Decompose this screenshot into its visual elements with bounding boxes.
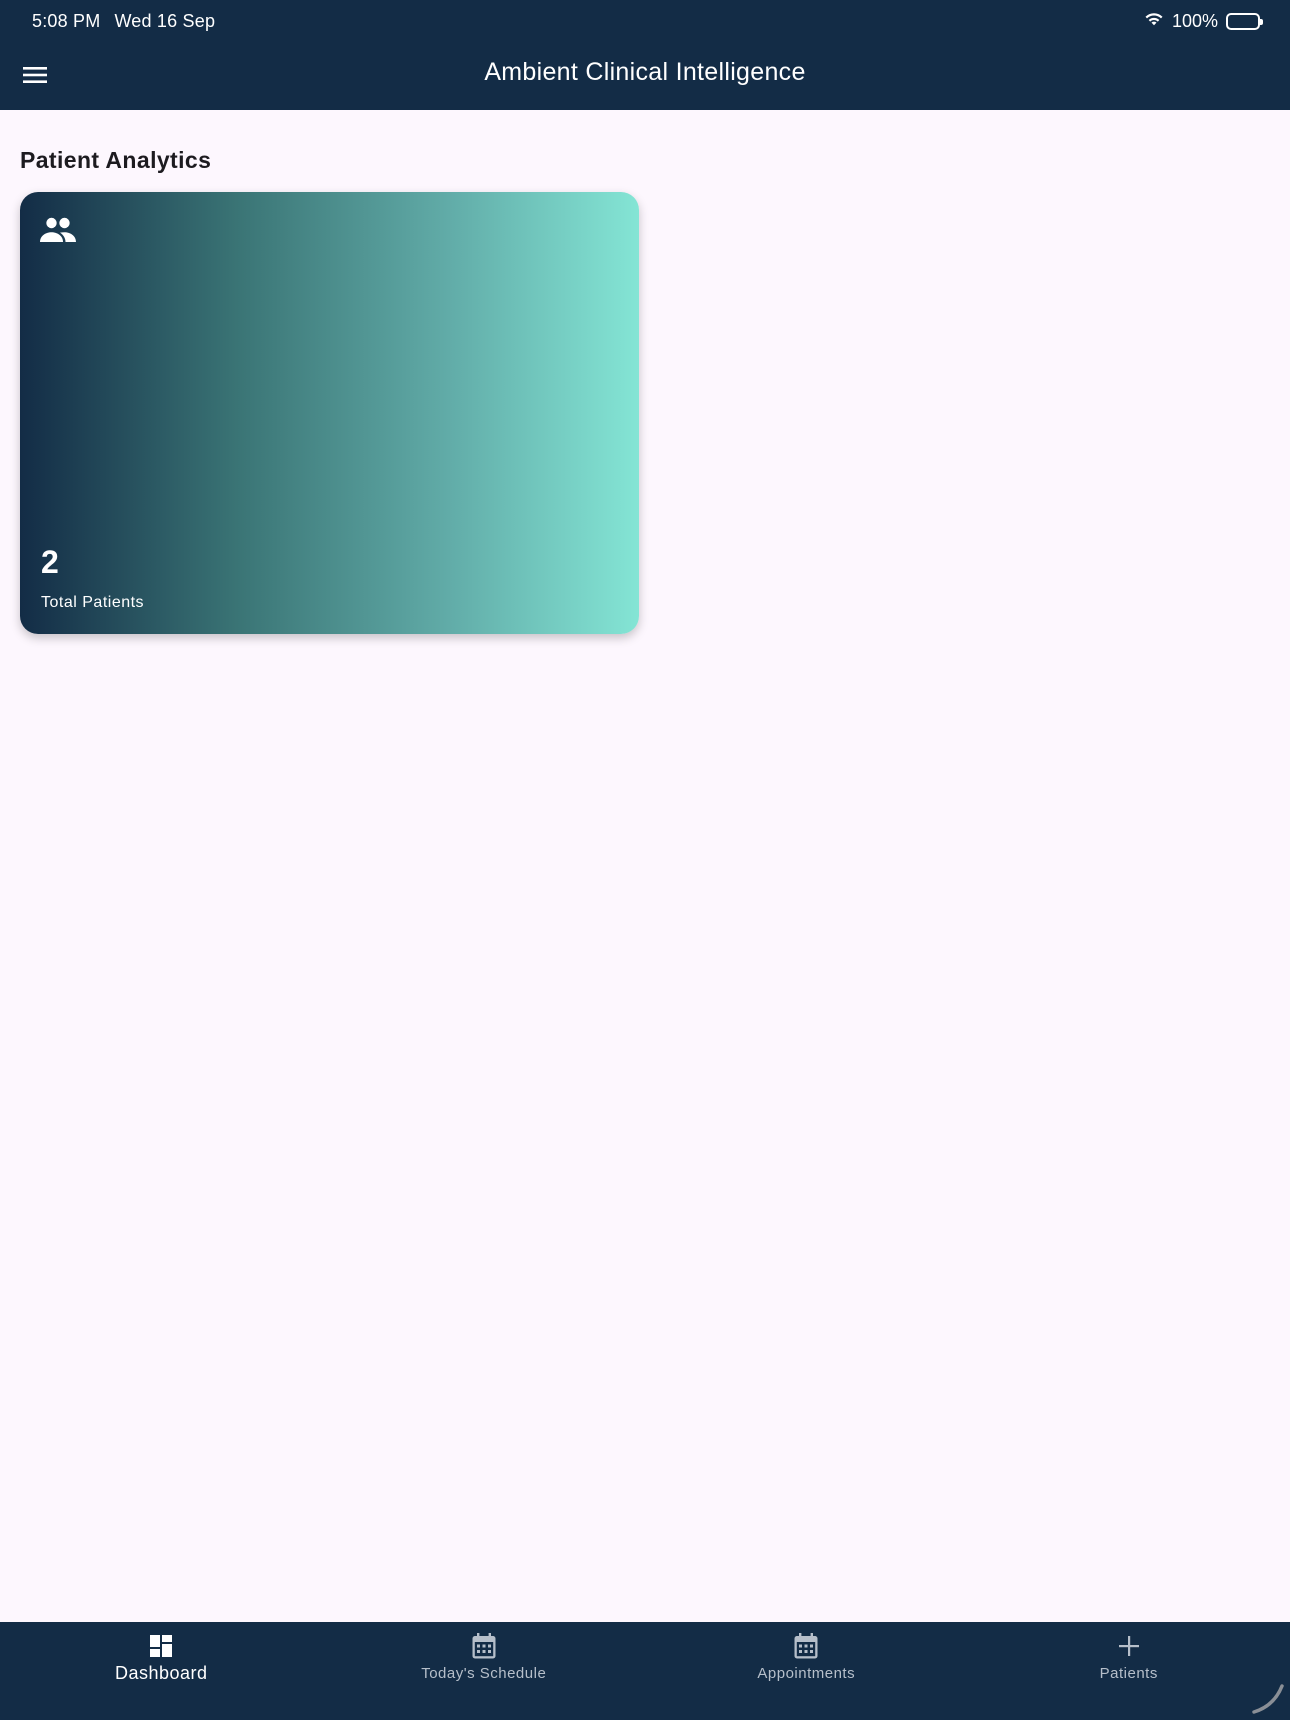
nav-item-dashboard[interactable]: Dashboard [0, 1622, 323, 1720]
total-patients-value: 2 [41, 544, 59, 580]
status-bar-right: 100% [1144, 9, 1263, 33]
battery-percent: 100% [1171, 10, 1218, 31]
top-header: 5:08 PM Wed 16 Sep 100% Ambient Clinical… [0, 0, 1290, 110]
plus-icon [1115, 1632, 1143, 1660]
status-time: 5:08 PM [32, 10, 101, 31]
nav-label-dashboard: Dashboard [114, 1663, 208, 1683]
nav-item-appointments[interactable]: Appointments [645, 1622, 968, 1720]
total-patients-card[interactable]: 2 Total Patients [20, 192, 639, 634]
corner-gesture-indicator [1252, 1682, 1284, 1714]
section-title: Patient Analytics [20, 147, 212, 173]
nav-label-patients: Patients [1099, 1665, 1158, 1682]
dashboard-icon [147, 1632, 175, 1660]
battery-full-icon [1226, 12, 1263, 30]
nav-label-todays-schedule: Today's Schedule [421, 1665, 547, 1682]
total-patients-label: Total Patients [41, 594, 145, 611]
calendar-icon [470, 1632, 498, 1660]
status-date: Wed 16 Sep [114, 10, 216, 31]
nav-item-todays-schedule[interactable]: Today's Schedule [323, 1622, 646, 1720]
app-title: Ambient Clinical Intelligence [484, 58, 806, 86]
nav-label-appointments: Appointments [757, 1665, 856, 1682]
nav-item-patients[interactable]: Patients [968, 1622, 1290, 1720]
calendar-icon [792, 1632, 820, 1660]
bottom-navigation: Dashboard Today's Schedule Appointments … [0, 1622, 1290, 1720]
status-bar-left: 5:08 PM Wed 16 Sep [32, 9, 215, 33]
wifi-icon [1144, 11, 1164, 32]
people-icon [40, 216, 76, 244]
